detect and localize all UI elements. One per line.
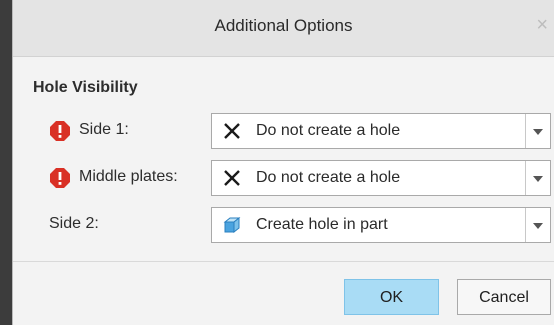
side-2-select[interactable]: Create hole in part [211, 207, 551, 243]
select-divider [525, 114, 526, 148]
dialog-titlebar: Additional Options × [13, 0, 554, 57]
x-icon [224, 123, 240, 139]
side-1-select[interactable]: Do not create a hole [211, 113, 551, 149]
section-title-hole-visibility: Hole Visibility [33, 79, 138, 96]
middle-plates-value: Do not create a hole [256, 169, 401, 186]
cancel-button[interactable]: Cancel [457, 279, 551, 315]
side-1-value: Do not create a hole [256, 122, 401, 139]
chevron-down-icon[interactable] [533, 223, 543, 229]
ok-button[interactable]: OK [344, 279, 439, 315]
x-icon [224, 170, 240, 186]
middle-plates-select[interactable]: Do not create a hole [211, 160, 551, 196]
error-icon [50, 121, 70, 141]
dialog-title: Additional Options [214, 16, 353, 35]
error-icon [50, 168, 70, 188]
row-middle-plates: Middle plates: Do not create a hole [13, 158, 554, 198]
select-divider [525, 208, 526, 242]
side-2-label: Side 2: [49, 215, 99, 232]
middle-plates-label: Middle plates: [79, 168, 178, 185]
chevron-down-icon[interactable] [533, 129, 543, 135]
chevron-down-icon[interactable] [533, 176, 543, 182]
row-side-2: Side 2: Create hole in part [13, 205, 554, 245]
close-icon[interactable]: × [536, 14, 548, 37]
additional-options-dialog: Additional Options × Hole Visibility Sid… [12, 0, 554, 325]
footer-divider [13, 261, 554, 262]
row-side-1: Side 1: Do not create a hole [13, 111, 554, 151]
side-2-value: Create hole in part [256, 216, 388, 233]
cube-icon [223, 216, 241, 234]
select-divider [525, 161, 526, 195]
side-1-label: Side 1: [79, 121, 129, 138]
